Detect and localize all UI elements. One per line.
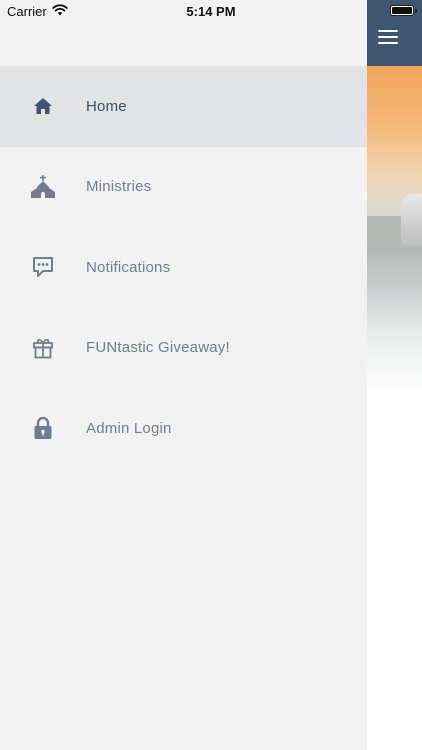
drawer-item-label: Notifications: [86, 258, 171, 276]
home-icon: [30, 93, 56, 119]
drawer-item-ministries[interactable]: Ministries: [0, 147, 367, 228]
clock-time: 5:14 PM: [186, 4, 236, 19]
background-app-content: [367, 0, 422, 750]
lock-icon: [30, 415, 56, 441]
drawer-item-admin-login[interactable]: Admin Login: [0, 388, 367, 469]
drawer-item-label: FUNtastic Giveaway!: [86, 339, 230, 357]
drawer-item-label: Home: [86, 97, 127, 115]
navigation-drawer: Home Ministries Notifications FUNtastic …: [0, 0, 367, 750]
chat-bubble-icon: [30, 254, 56, 280]
drawer-item-giveaway[interactable]: FUNtastic Giveaway!: [0, 308, 367, 389]
status-bar: Carrier 5:14 PM: [0, 0, 422, 22]
hamburger-menu-icon[interactable]: [378, 30, 398, 46]
hero-image: [367, 66, 422, 396]
drawer-item-label: Ministries: [86, 178, 152, 196]
drawer-item-label: Admin Login: [86, 419, 172, 437]
church-icon: [30, 174, 56, 200]
drawer-item-notifications[interactable]: Notifications: [0, 227, 367, 308]
drawer-menu: Home Ministries Notifications FUNtastic …: [0, 66, 367, 469]
battery-icon: [390, 5, 417, 16]
gift-icon: [30, 335, 56, 361]
drawer-item-home[interactable]: Home: [0, 66, 367, 147]
